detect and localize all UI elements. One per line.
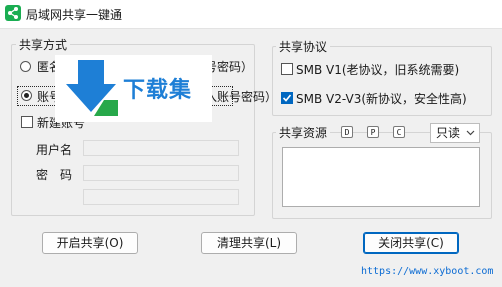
- smb-v1-label[interactable]: SMB V1(老协议，旧系统需要): [296, 61, 459, 78]
- username-field[interactable]: [83, 140, 239, 156]
- drive-c-button[interactable]: C: [393, 126, 405, 138]
- download-arrow-icon: [64, 60, 118, 118]
- smb-v2-v3-checkbox[interactable]: [281, 92, 293, 104]
- footer-url: https://www.xyboot.com: [361, 266, 494, 277]
- drive-d-button[interactable]: D: [341, 126, 353, 138]
- start-share-button[interactable]: 开启共享(O): [42, 232, 138, 254]
- resources-list[interactable]: [282, 147, 480, 207]
- smb-v1-checkbox[interactable]: [281, 63, 293, 75]
- password-field[interactable]: [83, 165, 239, 181]
- password-label: 密 码: [36, 168, 73, 182]
- clear-share-button[interactable]: 清理共享(L): [201, 232, 297, 254]
- window-title: 局域网共享一键通: [26, 8, 123, 22]
- password-confirm-field[interactable]: [83, 189, 239, 205]
- checkmark-icon: [282, 94, 292, 102]
- chevron-down-icon: [466, 130, 475, 136]
- anonymous-share-radio[interactable]: [20, 61, 31, 72]
- new-account-checkbox[interactable]: [21, 116, 33, 128]
- smb-v2-v3-label[interactable]: SMB V2-V3(新协议，安全性高): [296, 90, 467, 107]
- account-share-radio[interactable]: [21, 90, 32, 101]
- share-app-icon: [5, 5, 21, 21]
- username-label: 用户名: [36, 143, 73, 157]
- close-share-button[interactable]: 关闭共享(C): [363, 232, 459, 254]
- protocol-title: 共享协议: [276, 38, 331, 55]
- permission-select[interactable]: 只读: [430, 123, 480, 143]
- permission-value: 只读: [436, 126, 461, 140]
- drive-p-button[interactable]: P: [367, 126, 379, 138]
- share-mode-title: 共享方式: [16, 36, 71, 53]
- resources-title: 共享资源: [276, 124, 331, 141]
- watermark-text: 下载集: [123, 78, 193, 103]
- title-divider: [0, 28, 502, 29]
